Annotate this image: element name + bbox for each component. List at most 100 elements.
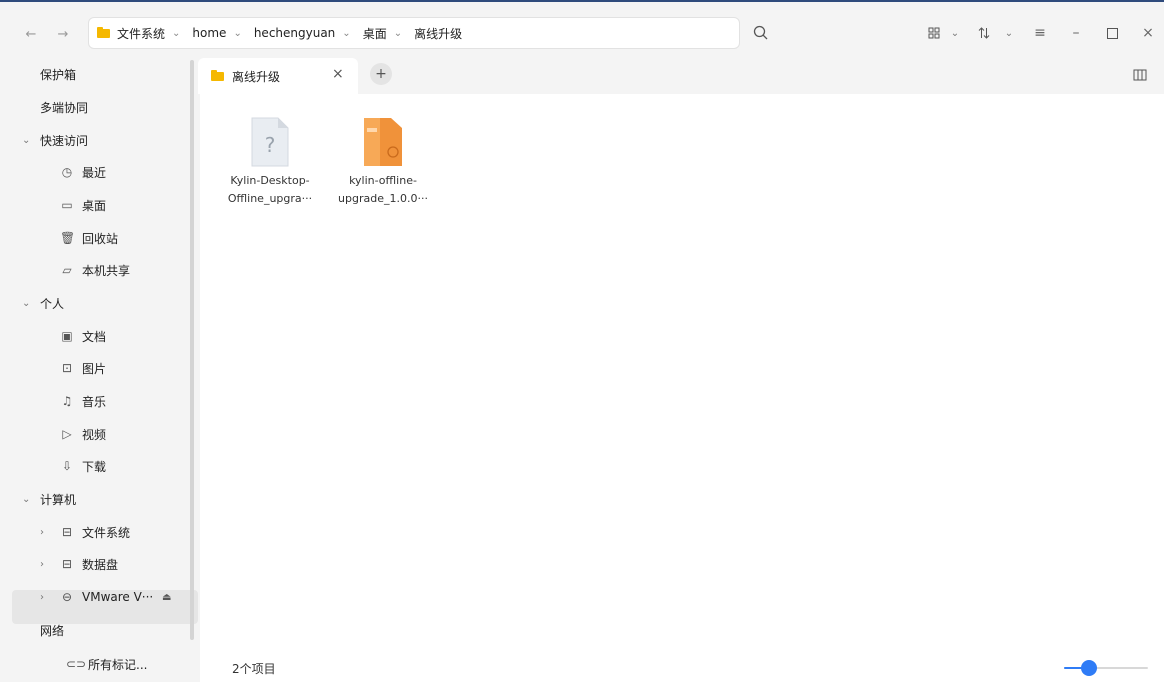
sidebar-item-label: 桌面 — [82, 198, 107, 213]
sidebar-item-label: 视频 — [82, 427, 107, 442]
sidebar-section-label: 个人 — [40, 296, 65, 311]
sidebar-item-desktop[interactable]: ▭ 桌面 — [0, 189, 190, 221]
sidebar-item-downloads[interactable]: ⇩ 下载 — [0, 450, 190, 482]
grid-view-icon[interactable] — [926, 22, 942, 44]
chevron-down-icon[interactable]: ⌄ — [342, 28, 350, 39]
file-name-line: Offline_upgra··· — [227, 192, 313, 205]
sidebar-section-computer[interactable]: ⌄ 计算机 — [0, 483, 190, 515]
desktop-icon: ▭ — [61, 198, 73, 212]
chevron-right-icon[interactable]: › — [40, 559, 44, 570]
sidebar-section-quick-access[interactable]: ⌄ 快速访问 — [0, 124, 190, 156]
folder-outline-icon: ▱ — [62, 263, 72, 277]
document-icon: ▣ — [61, 329, 73, 343]
file-name-line: Kylin-Desktop- — [230, 174, 310, 187]
file-item[interactable]: ? Kylin-Desktop- Offline_upgra··· — [220, 116, 320, 208]
view-chevron-down-icon[interactable]: ⌄ — [948, 22, 962, 44]
sidebar-item-label: 回收站 — [82, 231, 119, 246]
sidebar-item-label: 下载 — [82, 459, 107, 474]
sidebar-item-label: 最近 — [82, 165, 107, 180]
disc-icon: ⊖ — [61, 590, 73, 604]
close-tab-icon[interactable]: × — [332, 66, 344, 82]
sort-chevron-down-icon[interactable]: ⌄ — [1002, 22, 1016, 44]
sidebar-item-label: 保护箱 — [40, 67, 77, 82]
sidebar-section-label: 网络 — [40, 623, 65, 638]
eject-icon[interactable]: ⏏ — [162, 592, 171, 603]
hamburger-menu-icon[interactable]: ≡ — [1032, 22, 1048, 44]
sidebar-item-vault[interactable]: 保护箱 — [0, 58, 190, 90]
breadcrumb-label: 桌面 — [362, 26, 387, 41]
item-count-status: 2个项目 — [232, 662, 276, 676]
tab-title: 离线升级 — [232, 70, 281, 84]
sidebar-item-label: 数据盘 — [82, 557, 119, 572]
sidebar-section-personal[interactable]: ⌄ 个人 — [0, 287, 190, 319]
sidebar-item-label: VMware V··· — [82, 590, 154, 604]
sidebar-item-filesystem[interactable]: › ⊟ 文件系统 — [0, 516, 190, 548]
sidebar-item-pictures[interactable]: ⊡ 图片 — [0, 352, 190, 384]
sidebar-item-multi-device[interactable]: 多端协同 — [0, 91, 190, 123]
sidebar-section-label: 快速访问 — [40, 133, 89, 148]
trash-icon: 🗑 — [60, 231, 76, 245]
clock-icon: ◷ — [61, 165, 73, 179]
breadcrumb-current[interactable]: 离线升级 — [408, 17, 468, 49]
sidebar-item-label: 文档 — [82, 329, 107, 344]
sidebar-item-label: 音乐 — [82, 394, 107, 409]
image-icon: ⊡ — [61, 361, 73, 375]
sidebar-item-documents[interactable]: ▣ 文档 — [0, 320, 190, 352]
breadcrumb-user[interactable]: hechengyuan ⌄ — [248, 17, 357, 49]
breadcrumb-label: hechengyuan — [253, 26, 336, 40]
breadcrumb-desktop[interactable]: 桌面 ⌄ — [357, 17, 408, 49]
chevron-down-icon[interactable]: ⌄ — [22, 298, 30, 309]
sidebar-scrollbar[interactable] — [190, 60, 194, 640]
sidebar-item-all-tags[interactable]: ⊂⊃ 所有标记... — [0, 648, 190, 680]
breadcrumb-label: home — [192, 26, 227, 40]
sidebar-section-label: 计算机 — [40, 492, 77, 507]
sidebar-section-network[interactable]: 网络 — [0, 614, 190, 646]
sidebar-item-label: 所有标记... — [88, 657, 148, 672]
sidebar-item-label: 本机共享 — [82, 263, 131, 278]
chevron-down-icon[interactable]: ⌄ — [233, 28, 241, 39]
breadcrumb-filesystem[interactable]: 文件系统 ⌄ — [89, 17, 186, 49]
sidebar-item-local-share[interactable]: ▱ 本机共享 — [0, 254, 190, 286]
file-name-line: kylin-offline- — [349, 174, 417, 187]
close-icon[interactable]: × — [1140, 22, 1156, 44]
svg-text:?: ? — [265, 133, 276, 157]
chevron-down-icon[interactable]: ⌄ — [22, 494, 30, 505]
unknown-file-icon: ? — [248, 116, 292, 168]
chevron-right-icon[interactable]: › — [40, 527, 44, 538]
tab-current-folder[interactable]: 离线升级 × — [198, 58, 358, 94]
sidebar-item-label: 多端协同 — [40, 100, 89, 115]
download-icon: ⇩ — [61, 459, 73, 473]
music-icon: ♫ — [61, 394, 73, 408]
folder-icon — [211, 70, 224, 81]
sidebar-item-videos[interactable]: ▷ 视频 — [0, 418, 190, 450]
minimize-icon[interactable]: – — [1068, 22, 1084, 44]
chevron-down-icon[interactable]: ⌄ — [22, 135, 30, 146]
address-bar[interactable]: 文件系统 ⌄ home ⌄ hechengyuan ⌄ 桌面 ⌄ 离线升级 — [88, 17, 740, 49]
chevron-right-icon[interactable]: › — [40, 592, 44, 603]
video-icon: ▷ — [62, 427, 72, 441]
sidebar-item-label: 文件系统 — [82, 525, 131, 540]
sidebar-item-trash[interactable]: 🗑 回收站 — [0, 222, 190, 254]
breadcrumb-label: 离线升级 — [414, 26, 463, 41]
maximize-icon[interactable] — [1104, 22, 1120, 44]
chevron-down-icon[interactable]: ⌄ — [172, 28, 180, 39]
side-panel-toggle-icon[interactable] — [1133, 68, 1147, 82]
back-arrow-icon[interactable]: ← — [20, 24, 42, 44]
drive-icon: ⊟ — [61, 557, 73, 571]
search-icon[interactable] — [750, 22, 772, 44]
drive-icon: ⊟ — [61, 525, 73, 539]
sidebar-item-vmware[interactable]: › ⊖ VMware V··· ⏏ — [0, 581, 190, 613]
breadcrumb-home[interactable]: home ⌄ — [186, 17, 247, 49]
file-item[interactable]: kylin-offline- upgrade_1.0.0··· — [333, 116, 433, 208]
sidebar-item-data-disk[interactable]: › ⊟ 数据盘 — [0, 548, 190, 580]
sidebar-item-music[interactable]: ♫ 音乐 — [0, 385, 190, 417]
new-tab-button[interactable]: + — [370, 63, 392, 85]
breadcrumb-label: 文件系统 — [117, 26, 166, 41]
window-top-border — [0, 0, 1164, 2]
forward-arrow-icon[interactable]: → — [52, 24, 74, 44]
tag-icon: ⊂⊃ — [66, 657, 87, 671]
chevron-down-icon[interactable]: ⌄ — [394, 28, 402, 39]
plus-icon: + — [375, 66, 387, 82]
sidebar-item-recent[interactable]: ◷ 最近 — [0, 156, 190, 188]
sort-icon[interactable] — [976, 22, 992, 44]
